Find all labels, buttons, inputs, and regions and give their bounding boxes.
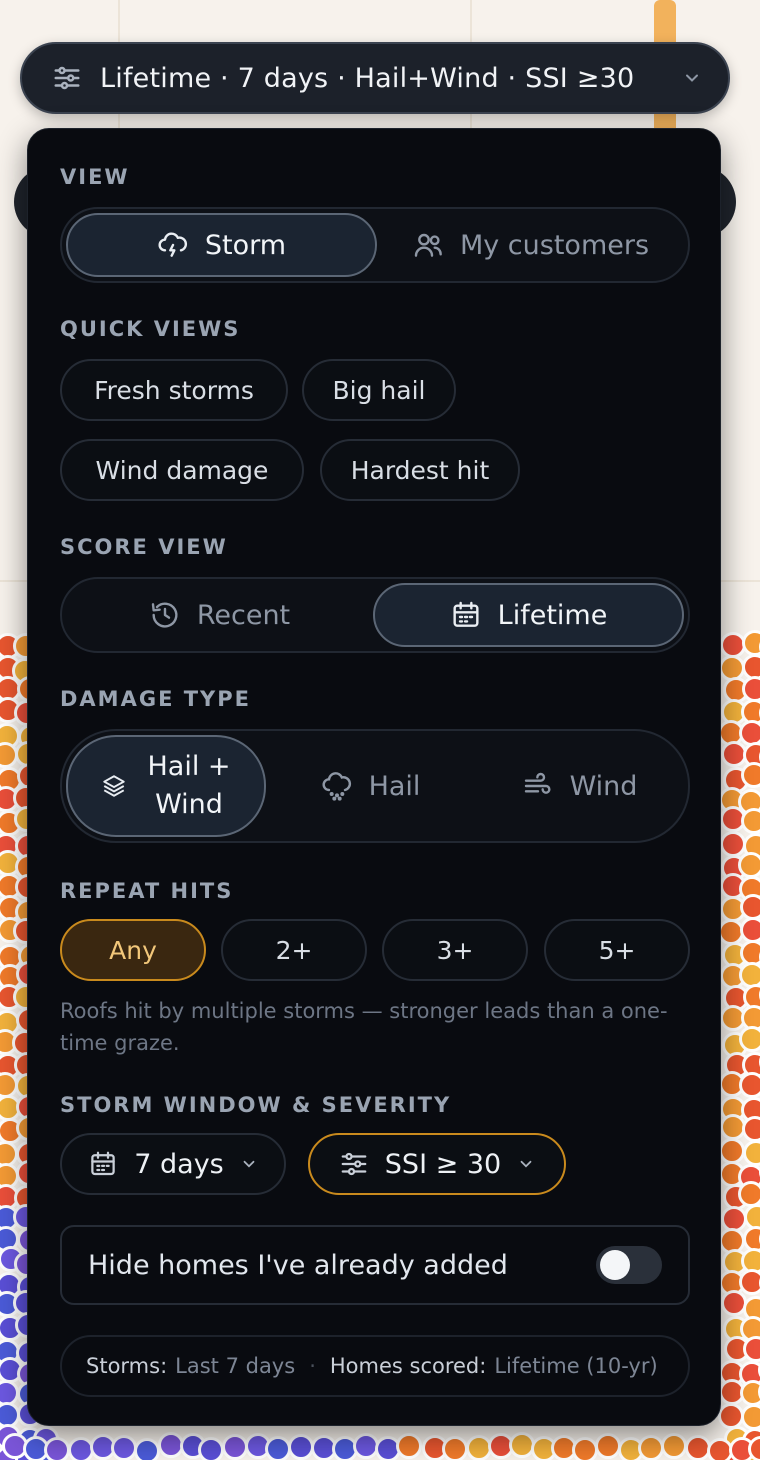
view-segmented-control: Storm My customers bbox=[60, 207, 690, 283]
score-view-option-lifetime[interactable]: Lifetime bbox=[373, 583, 684, 647]
repeat-hits-option-2plus[interactable]: 2+ bbox=[221, 919, 367, 981]
repeat-hits-hint: Roofs hit by multiple storms — stronger … bbox=[60, 999, 668, 1055]
hide-added-homes-row: Hide homes I've already added bbox=[60, 1225, 690, 1305]
map-marker bbox=[738, 852, 760, 879]
map-marker bbox=[739, 1268, 760, 1295]
score-view-segmented-control: Recent Lifetime bbox=[60, 577, 690, 653]
summary-homes-value: Lifetime (10-yr) bbox=[494, 1354, 658, 1378]
summary-storms-value: Last 7 days bbox=[175, 1354, 296, 1378]
map-marker bbox=[739, 1026, 760, 1053]
quick-view-wind-damage[interactable]: Wind damage bbox=[60, 439, 304, 501]
damage-type-option-hail-wind[interactable]: Hail + Wind bbox=[66, 735, 266, 837]
hail-cloud-icon bbox=[321, 770, 353, 802]
damage-type-option-wind[interactable]: Wind bbox=[475, 735, 684, 837]
toggle-knob bbox=[600, 1250, 630, 1280]
summary-homes-key: Homes scored: bbox=[329, 1354, 487, 1378]
calendar-icon bbox=[88, 1149, 118, 1179]
repeat-hits-option-5plus[interactable]: 5+ bbox=[544, 919, 690, 981]
severity-value: SSI ≥ 30 bbox=[384, 1148, 502, 1180]
chevron-down-icon bbox=[240, 1155, 258, 1173]
score-summary-strip: Storms: Last 7 days · Homes scored: Life… bbox=[60, 1335, 690, 1397]
damage-type-section-label: DAMAGE TYPE bbox=[60, 687, 251, 711]
users-icon bbox=[412, 229, 444, 261]
quick-view-hardest-hit[interactable]: Hardest hit bbox=[320, 439, 520, 501]
storm-window-section-label: STORM WINDOW & SEVERITY bbox=[60, 1093, 452, 1117]
view-option-label: Storm bbox=[204, 229, 287, 261]
map-marker bbox=[133, 1437, 160, 1460]
map-marker bbox=[287, 1433, 314, 1460]
chevron-down-icon bbox=[682, 68, 702, 88]
damage-type-option-label: Hail + Wind bbox=[147, 748, 230, 824]
map-marker bbox=[44, 1436, 71, 1460]
layers-icon bbox=[101, 773, 127, 799]
quick-view-big-hail[interactable]: Big hail bbox=[302, 359, 456, 421]
map-marker bbox=[221, 1433, 248, 1460]
sliders-icon bbox=[339, 1149, 369, 1179]
repeat-hits-option-any[interactable]: Any bbox=[60, 919, 206, 981]
damage-type-option-hail[interactable]: Hail bbox=[266, 735, 475, 837]
history-icon bbox=[149, 599, 181, 631]
view-option-my-customers[interactable]: My customers bbox=[377, 213, 684, 277]
map-marker bbox=[110, 1434, 137, 1460]
damage-type-segmented-control: Hail + Wind Hail Wind bbox=[60, 729, 690, 843]
summary-storms-key: Storms: bbox=[86, 1354, 168, 1378]
damage-type-label-line1: Hail + bbox=[147, 751, 231, 782]
quick-view-fresh-storms[interactable]: Fresh storms bbox=[60, 359, 288, 421]
score-view-option-label: Lifetime bbox=[497, 599, 608, 631]
map-marker bbox=[738, 1071, 760, 1098]
view-section-label: VIEW bbox=[60, 165, 130, 189]
view-option-label: My customers bbox=[459, 229, 650, 261]
sliders-icon bbox=[52, 63, 82, 93]
calendar-icon bbox=[450, 599, 482, 631]
wind-icon bbox=[522, 770, 554, 802]
map-marker bbox=[739, 894, 760, 921]
hide-added-homes-label: Hide homes I've already added bbox=[88, 1249, 508, 1281]
score-view-option-recent[interactable]: Recent bbox=[66, 583, 373, 647]
map-marker bbox=[441, 1436, 468, 1460]
score-view-section-label: SCORE VIEW bbox=[60, 535, 228, 559]
repeat-hits-section-label: REPEAT HITS bbox=[60, 879, 234, 903]
summary-separator: · bbox=[309, 1354, 316, 1378]
repeat-hits-option-3plus[interactable]: 3+ bbox=[382, 919, 528, 981]
map-marker bbox=[660, 1432, 687, 1459]
severity-dropdown[interactable]: SSI ≥ 30 bbox=[308, 1133, 566, 1195]
filter-summary-title: Lifetime · 7 days · Hail+Wind · SSI ≥30 bbox=[100, 62, 635, 94]
score-view-option-label: Recent bbox=[196, 599, 291, 631]
map-marker bbox=[742, 1115, 760, 1142]
map-marker bbox=[719, 1137, 746, 1164]
storm-window-value: 7 days bbox=[134, 1148, 224, 1180]
map-marker bbox=[741, 1403, 760, 1430]
hide-added-homes-toggle[interactable] bbox=[596, 1246, 662, 1284]
filter-summary-bar[interactable]: Lifetime · 7 days · Hail+Wind · SSI ≥30 bbox=[20, 42, 730, 114]
damage-type-option-label: Hail bbox=[368, 770, 421, 802]
quick-views-section-label: QUICK VIEWS bbox=[60, 317, 241, 341]
map-marker bbox=[198, 1436, 225, 1460]
damage-type-option-label: Wind bbox=[569, 770, 638, 802]
storm-window-dropdown[interactable]: 7 days bbox=[60, 1133, 286, 1195]
damage-type-label-line2: Wind bbox=[155, 789, 223, 820]
chevron-down-icon bbox=[517, 1155, 535, 1173]
storm-cloud-icon bbox=[157, 229, 189, 261]
view-option-storm[interactable]: Storm bbox=[66, 213, 377, 277]
filter-panel: VIEW Storm My customers QUICK VIEWS Fres… bbox=[27, 128, 721, 1426]
map-marker bbox=[743, 1140, 760, 1167]
